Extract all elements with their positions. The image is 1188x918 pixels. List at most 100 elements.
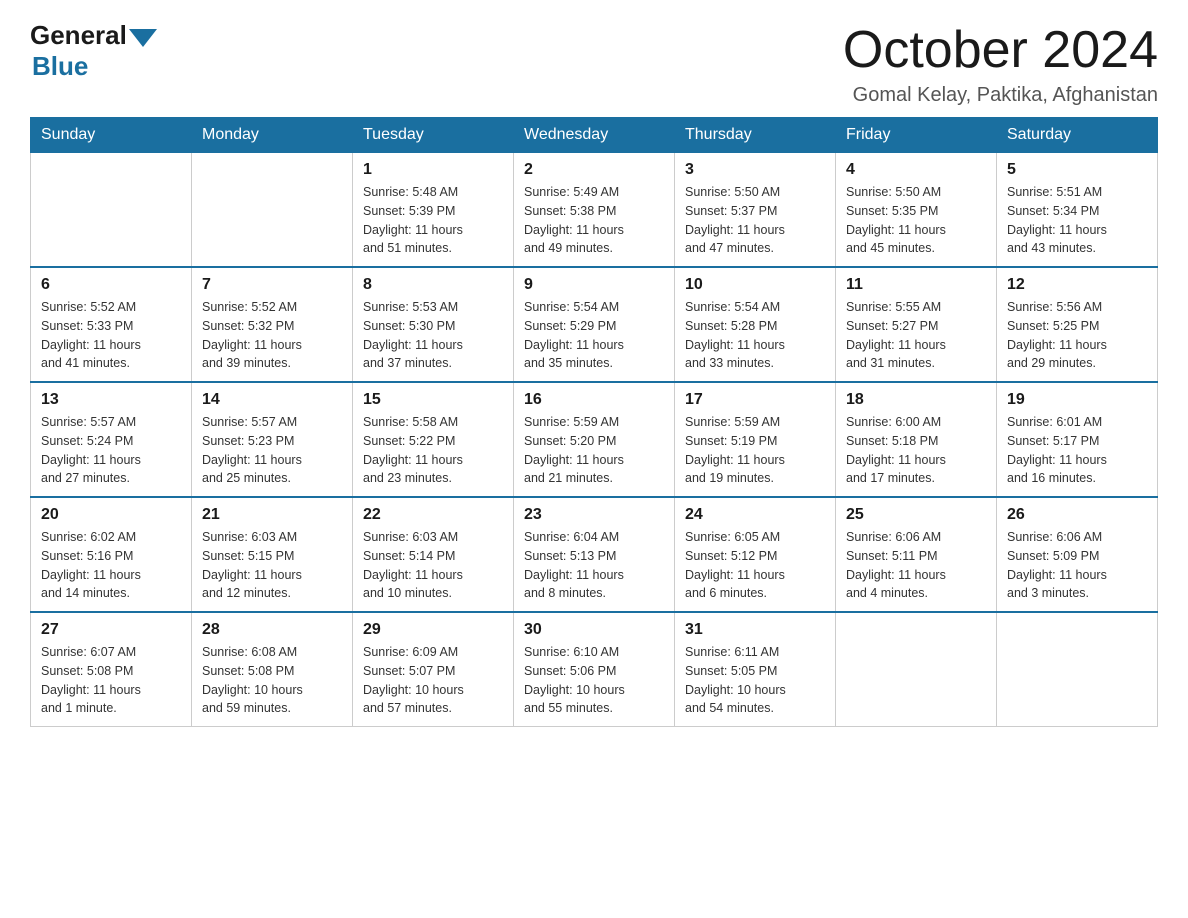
column-header-monday: Monday [192,118,353,153]
day-number: 10 [685,276,825,294]
logo: General Blue [30,20,157,82]
calendar-cell: 14 Sunrise: 5:57 AMSunset: 5:23 PMDayligh… [192,382,353,497]
day-number: 1 [363,161,503,179]
day-number: 15 [363,391,503,409]
day-info: Sunrise: 6:03 AMSunset: 5:15 PMDaylight:… [202,528,342,603]
calendar-cell: 17Sunrise: 5:59 AMSunset: 5:19 PMDayligh… [675,382,836,497]
day-number: 23 [524,506,664,524]
calendar-cell: 20Sunrise: 6:02 AMSunset: 5:16 PMDayligh… [31,497,192,612]
day-number: 18 [846,391,986,409]
column-header-saturday: Saturday [997,118,1158,153]
calendar-cell: 30 Sunrise: 6:10 AMSunset: 5:06 PMDayligh… [514,612,675,727]
day-number: 3 [685,161,825,179]
column-header-friday: Friday [836,118,997,153]
logo-blue-text: Blue [32,51,88,82]
day-info: Sunrise: 5:59 AMSunset: 5:19 PMDaylight:… [685,413,825,488]
day-info: Sunrise: 6:10 AMSunset: 5:06 PMDaylight:… [524,643,664,718]
logo-general-text: General [30,20,127,51]
day-info: Sunrise: 5:51 AMSunset: 5:34 PMDaylight:… [1007,183,1147,258]
calendar-cell: 29Sunrise: 6:09 AMSunset: 5:07 PMDayligh… [353,612,514,727]
day-number: 13 [41,391,181,409]
day-number: 2 [524,161,664,179]
month-title: October 2024 [843,20,1158,80]
calendar-cell: 25 Sunrise: 6:06 AMSunset: 5:11 PMDayligh… [836,497,997,612]
calendar-week-row: 27Sunrise: 6:07 AMSunset: 5:08 PMDayligh… [31,612,1158,727]
day-number: 22 [363,506,503,524]
day-number: 9 [524,276,664,294]
calendar-week-row: 1Sunrise: 5:48 AMSunset: 5:39 PMDaylight… [31,153,1158,268]
calendar-cell: 27Sunrise: 6:07 AMSunset: 5:08 PMDayligh… [31,612,192,727]
day-info: Sunrise: 5:55 AMSunset: 5:27 PMDaylight:… [846,298,986,373]
calendar-cell: 7Sunrise: 5:52 AMSunset: 5:32 PMDaylight… [192,267,353,382]
day-number: 8 [363,276,503,294]
day-info: Sunrise: 6:00 AMSunset: 5:18 PMDaylight:… [846,413,986,488]
day-number: 12 [1007,276,1147,294]
day-info: Sunrise: 5:52 AMSunset: 5:33 PMDaylight:… [41,298,181,373]
calendar-cell: 24 Sunrise: 6:05 AMSunset: 5:12 PMDayligh… [675,497,836,612]
calendar-cell: 9Sunrise: 5:54 AMSunset: 5:29 PMDaylight… [514,267,675,382]
column-header-thursday: Thursday [675,118,836,153]
calendar-cell: 11 Sunrise: 5:55 AMSunset: 5:27 PMDayligh… [836,267,997,382]
day-info: Sunrise: 5:50 AMSunset: 5:35 PMDaylight:… [846,183,986,258]
day-number: 5 [1007,161,1147,179]
page-header: General Blue October 2024 Gomal Kelay, P… [30,20,1158,107]
calendar-cell [997,612,1158,727]
column-header-tuesday: Tuesday [353,118,514,153]
day-info: Sunrise: 6:08 AMSunset: 5:08 PMDaylight:… [202,643,342,718]
calendar-cell: 22 Sunrise: 6:03 AMSunset: 5:14 PMDayligh… [353,497,514,612]
calendar-cell: 28Sunrise: 6:08 AMSunset: 5:08 PMDayligh… [192,612,353,727]
calendar-cell: 26 Sunrise: 6:06 AMSunset: 5:09 PMDayligh… [997,497,1158,612]
day-info: Sunrise: 6:03 AMSunset: 5:14 PMDaylight:… [363,528,503,603]
day-info: Sunrise: 5:59 AMSunset: 5:20 PMDaylight:… [524,413,664,488]
calendar-cell [836,612,997,727]
location-subtitle: Gomal Kelay, Paktika, Afghanistan [843,84,1158,107]
day-number: 21 [202,506,342,524]
calendar-cell [192,153,353,268]
day-number: 14 [202,391,342,409]
calendar-cell: 6 Sunrise: 5:52 AMSunset: 5:33 PMDaylight… [31,267,192,382]
day-number: 24 [685,506,825,524]
logo-arrow-icon [129,29,157,47]
calendar-week-row: 20Sunrise: 6:02 AMSunset: 5:16 PMDayligh… [31,497,1158,612]
day-info: Sunrise: 6:04 AMSunset: 5:13 PMDaylight:… [524,528,664,603]
calendar-cell: 19 Sunrise: 6:01 AMSunset: 5:17 PMDayligh… [997,382,1158,497]
calendar-cell: 5 Sunrise: 5:51 AMSunset: 5:34 PMDaylight… [997,153,1158,268]
day-info: Sunrise: 5:54 AMSunset: 5:28 PMDaylight:… [685,298,825,373]
calendar-cell: 13 Sunrise: 5:57 AMSunset: 5:24 PMDayligh… [31,382,192,497]
day-info: Sunrise: 5:53 AMSunset: 5:30 PMDaylight:… [363,298,503,373]
calendar-cell: 16Sunrise: 5:59 AMSunset: 5:20 PMDayligh… [514,382,675,497]
day-number: 26 [1007,506,1147,524]
day-number: 20 [41,506,181,524]
day-info: Sunrise: 5:49 AMSunset: 5:38 PMDaylight:… [524,183,664,258]
day-number: 19 [1007,391,1147,409]
day-number: 29 [363,621,503,639]
day-number: 27 [41,621,181,639]
calendar-cell [31,153,192,268]
day-info: Sunrise: 5:57 AMSunset: 5:24 PMDaylight:… [41,413,181,488]
calendar-week-row: 6 Sunrise: 5:52 AMSunset: 5:33 PMDaylight… [31,267,1158,382]
calendar-cell: 23 Sunrise: 6:04 AMSunset: 5:13 PMDayligh… [514,497,675,612]
day-number: 11 [846,276,986,294]
title-area: October 2024 Gomal Kelay, Paktika, Afgha… [843,20,1158,107]
calendar-cell: 18 Sunrise: 6:00 AMSunset: 5:18 PMDayligh… [836,382,997,497]
day-number: 7 [202,276,342,294]
calendar-week-row: 13 Sunrise: 5:57 AMSunset: 5:24 PMDayligh… [31,382,1158,497]
day-number: 30 [524,621,664,639]
day-info: Sunrise: 5:57 AMSunset: 5:23 PMDaylight:… [202,413,342,488]
day-info: Sunrise: 6:06 AMSunset: 5:11 PMDaylight:… [846,528,986,603]
column-header-wednesday: Wednesday [514,118,675,153]
day-info: Sunrise: 6:05 AMSunset: 5:12 PMDaylight:… [685,528,825,603]
day-number: 6 [41,276,181,294]
calendar-cell: 2 Sunrise: 5:49 AMSunset: 5:38 PMDaylight… [514,153,675,268]
day-info: Sunrise: 6:06 AMSunset: 5:09 PMDaylight:… [1007,528,1147,603]
day-number: 31 [685,621,825,639]
day-info: Sunrise: 6:11 AMSunset: 5:05 PMDaylight:… [685,643,825,718]
calendar-cell: 8 Sunrise: 5:53 AMSunset: 5:30 PMDaylight… [353,267,514,382]
day-number: 4 [846,161,986,179]
calendar-cell: 1Sunrise: 5:48 AMSunset: 5:39 PMDaylight… [353,153,514,268]
calendar-header-row: SundayMondayTuesdayWednesdayThursdayFrid… [31,118,1158,153]
day-info: Sunrise: 5:50 AMSunset: 5:37 PMDaylight:… [685,183,825,258]
day-info: Sunrise: 6:01 AMSunset: 5:17 PMDaylight:… [1007,413,1147,488]
day-info: Sunrise: 5:56 AMSunset: 5:25 PMDaylight:… [1007,298,1147,373]
day-number: 25 [846,506,986,524]
